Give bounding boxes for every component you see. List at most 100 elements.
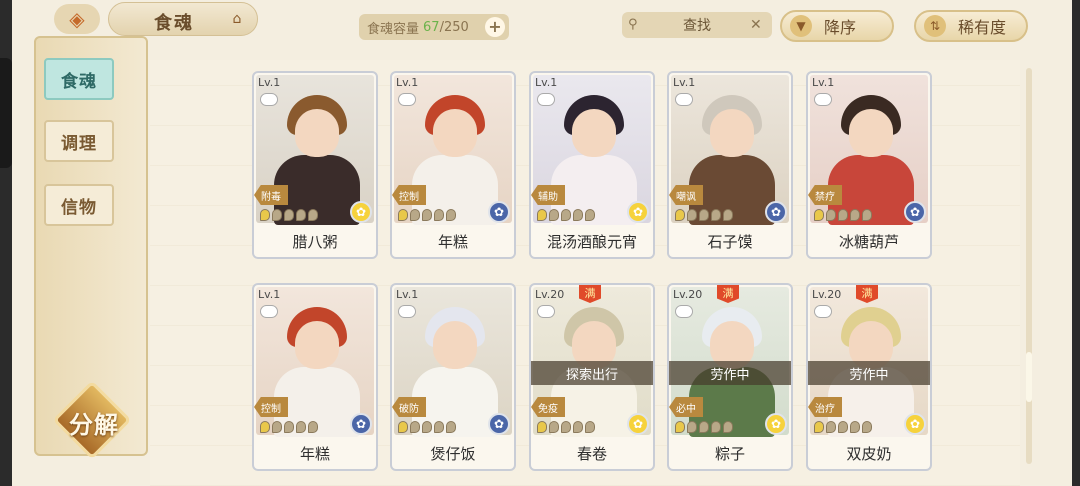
- star-icon: [723, 209, 733, 221]
- star-icon: [561, 209, 571, 221]
- figure-face: [433, 109, 477, 157]
- star-icon: [284, 421, 294, 433]
- sidebar-item-label: 调理: [61, 133, 97, 154]
- star-icon: [723, 421, 733, 433]
- rarity-medal-icon: ✿: [488, 413, 510, 435]
- star-icon: [687, 421, 697, 433]
- sidebar-item-tokens[interactable]: 信物: [44, 184, 114, 226]
- rarity-medal-icon: ✿: [488, 201, 510, 223]
- star-icon: [446, 421, 456, 433]
- star-icon: [850, 421, 860, 433]
- card-level: Lv.1: [812, 76, 835, 89]
- role-tag: 必中: [669, 397, 703, 417]
- capacity-label: 食魂容量: [367, 21, 420, 37]
- food-soul-card[interactable]: Lv.1 辅助 ✿ 混汤酒酿元宵: [529, 71, 655, 259]
- card-name: 冰糖葫芦: [838, 232, 899, 251]
- card-name: 混汤酒酿元宵: [546, 232, 637, 251]
- scrollbar[interactable]: [1026, 68, 1032, 464]
- star-icon: [398, 209, 408, 221]
- food-soul-card[interactable]: Lv.1 控制 ✿ 年糕: [252, 283, 378, 471]
- star-icon: [814, 209, 824, 221]
- card-level: Lv.20: [673, 288, 703, 301]
- capacity-display: 食魂容量 67 /250 +: [359, 14, 509, 40]
- star-icon: [675, 421, 685, 433]
- star-icon: [272, 209, 282, 221]
- star-rating: [675, 209, 733, 223]
- card-name: 煲仔饭: [430, 444, 476, 463]
- food-soul-card[interactable]: Lv.1 嘲讽 ✿ 石子馍: [667, 71, 793, 259]
- chat-bubble-icon: [537, 305, 555, 318]
- page-title: 食魂: [154, 13, 194, 34]
- role-tag: 治疗: [808, 397, 842, 417]
- clear-search-button[interactable]: ✕: [750, 17, 768, 33]
- search-box[interactable]: ⚲ 查找 ✕: [622, 12, 772, 38]
- chat-bubble-icon: [814, 93, 832, 106]
- star-icon: [272, 421, 282, 433]
- card-level: Lv.1: [396, 288, 419, 301]
- card-status: 劳作中: [808, 361, 930, 385]
- star-rating: [398, 209, 456, 223]
- star-icon: [434, 421, 444, 433]
- decompose-label: 分解: [69, 410, 119, 439]
- role-tag: 禁疗: [808, 185, 842, 205]
- star-icon: [537, 421, 547, 433]
- star-icon: [838, 421, 848, 433]
- sidebar-item-label: 食魂: [61, 71, 97, 92]
- star-icon: [850, 209, 860, 221]
- chat-bubble-icon: [675, 305, 693, 318]
- decompose-button[interactable]: 分解: [50, 380, 138, 460]
- card-status: 劳作中: [669, 361, 791, 385]
- star-icon: [296, 209, 306, 221]
- food-soul-card[interactable]: Lv.20 满探索出行 免疫 ✿ 春卷: [529, 283, 655, 471]
- chat-bubble-icon: [398, 93, 416, 106]
- card-level: Lv.1: [673, 76, 696, 89]
- star-rating: [537, 421, 595, 435]
- back-button[interactable]: ◈: [54, 4, 100, 34]
- food-soul-card[interactable]: Lv.1 禁疗 ✿ 冰糖葫芦: [806, 71, 932, 259]
- food-soul-card[interactable]: Lv.1 破防 ✿ 煲仔饭: [390, 283, 516, 471]
- phone-notch: [0, 58, 12, 168]
- star-icon: [308, 209, 318, 221]
- star-icon: [585, 421, 595, 433]
- add-capacity-button[interactable]: +: [485, 17, 505, 37]
- star-icon: [699, 209, 709, 221]
- capacity-max: /250: [439, 19, 469, 35]
- phone-edge-right: [1072, 0, 1080, 486]
- role-tag: 破防: [392, 397, 426, 417]
- card-name: 粽子: [714, 444, 745, 463]
- sort-order-button[interactable]: ▼ 降序: [780, 10, 894, 42]
- star-rating: [260, 209, 318, 223]
- title-tab[interactable]: 食魂 ⌂: [108, 2, 258, 36]
- card-level: Lv.1: [396, 76, 419, 89]
- star-icon: [410, 421, 420, 433]
- game-screen: { "header": { "title": "食魂", "capacity_l…: [0, 0, 1080, 486]
- card-name: 石子馍: [707, 232, 753, 251]
- rarity-medal-icon: ✿: [350, 201, 372, 223]
- food-soul-card[interactable]: Lv.20 满劳作中 治疗 ✿ 双皮奶: [806, 283, 932, 471]
- rarity-sort-button[interactable]: ⇅ 稀有度: [914, 10, 1028, 42]
- rarity-medal-icon: ✿: [627, 201, 649, 223]
- sidebar-item-food-souls[interactable]: 食魂: [44, 58, 114, 100]
- food-soul-card[interactable]: Lv.1 附毒 ✿ 腊八粥: [252, 71, 378, 259]
- chat-bubble-icon: [260, 305, 278, 318]
- sidebar-item-training[interactable]: 调理: [44, 120, 114, 162]
- rarity-sort-icon: ⇅: [924, 15, 946, 37]
- star-rating: [398, 421, 456, 435]
- role-tag: 控制: [392, 185, 426, 205]
- food-soul-card[interactable]: Lv.1 控制 ✿ 年糕: [390, 71, 516, 259]
- food-soul-card[interactable]: Lv.20 满劳作中 必中 ✿ 粽子: [667, 283, 793, 471]
- search-label: 查找: [683, 18, 711, 34]
- chat-bubble-icon: [398, 305, 416, 318]
- star-icon: [862, 209, 872, 221]
- capacity-current: 67: [423, 19, 440, 35]
- role-tag: 辅助: [531, 185, 565, 205]
- scrollbar-thumb[interactable]: [1026, 352, 1032, 402]
- sidebar-item-label: 信物: [61, 197, 97, 218]
- star-rating: [814, 209, 872, 223]
- hat-icon: ⌂: [232, 11, 242, 27]
- search-icon: ⚲: [628, 17, 638, 32]
- chat-bubble-icon: [260, 93, 278, 106]
- rarity-medal-icon: ✿: [627, 413, 649, 435]
- rarity-medal-icon: ✿: [350, 413, 372, 435]
- star-rating: [537, 209, 595, 223]
